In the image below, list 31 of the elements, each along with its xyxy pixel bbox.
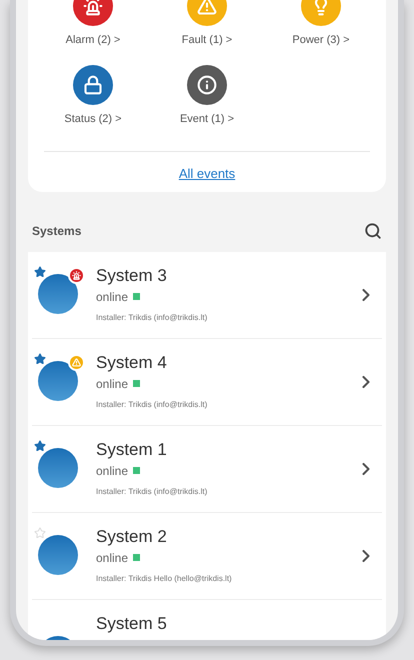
status-text: online [96,376,128,392]
installer-text: Installer: Trikdis (info@trikdis.lt) [96,486,208,498]
system-row[interactable]: System 4 online Installer: Trikdis (info@trikdis.lt) [32,338,382,426]
star-icon[interactable] [34,440,46,452]
system-name: System 2 [96,526,168,546]
installer-text: Installer: Trikdis (info@trikdis.lt) [96,398,208,410]
section-title: Systems [32,222,82,240]
system-name: System 1 [96,440,168,460]
info-icon [187,64,227,104]
all-events-link[interactable]: All events [178,164,236,184]
system-row[interactable]: System 2 online Installer: Trikdis Hello (hello@trikdis.lt) [32,512,382,600]
system-row[interactable]: System 3 online Installer: Trikdis (info@trikdis.lt) [32,252,382,338]
system-row[interactable]: System 1 online Installer: Trikdis (info@trikdis.lt) [32,426,382,512]
system-name: System 3 [96,266,168,286]
system-name: System 5 [96,614,168,634]
search-icon[interactable] [364,222,382,240]
event-category[interactable]: Fault (1) > [150,0,264,48]
status-text: online [96,462,128,480]
system-row[interactable]: System 5 [32,600,382,640]
event-category[interactable]: Status (2) > [36,64,150,127]
event-category[interactable]: Power (3) > [264,0,378,48]
status-text: online [96,550,128,566]
event-category[interactable]: Alarm (2) > [36,0,150,48]
star-icon[interactable] [34,266,46,278]
installer-text: Installer: Trikdis Hello (hello@trikdis.lt) [96,572,233,584]
status-text: online [96,288,128,306]
star-icon[interactable] [34,352,46,364]
system-name: System 4 [96,352,168,372]
event-category[interactable]: Event (1) > [150,64,264,127]
lock-icon [73,64,113,104]
installer-text: Installer: Trikdis (info@trikdis.lt) [96,312,208,324]
